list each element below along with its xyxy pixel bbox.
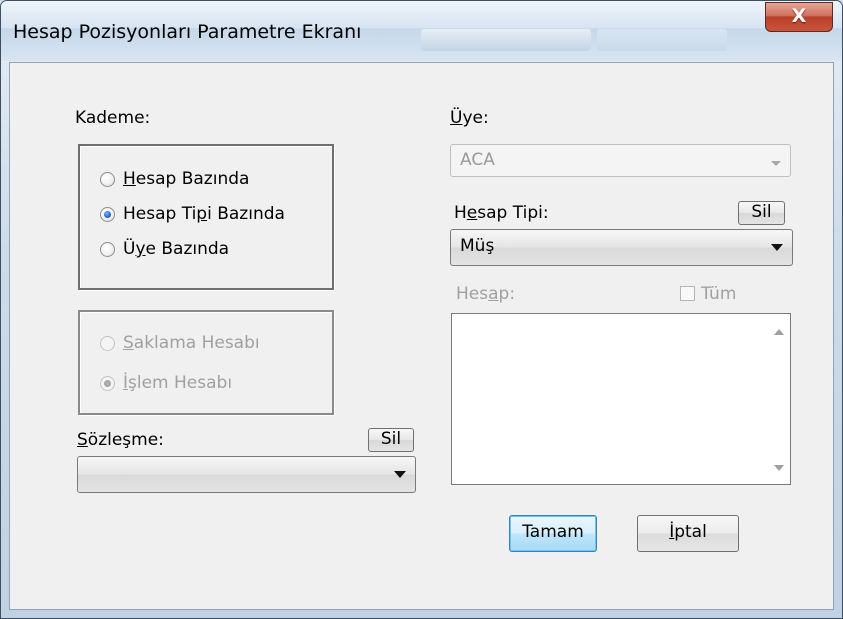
- hesap-listbox[interactable]: [451, 313, 791, 485]
- close-button[interactable]: X: [765, 2, 833, 32]
- kademe-label: Kademe:: [75, 108, 151, 128]
- tum-checkbox[interactable]: Tüm: [680, 284, 736, 304]
- hesap-turu-group: Saklama Hesabı İşlem Hesabı: [78, 310, 334, 415]
- ok-button[interactable]: Tamam: [509, 515, 597, 552]
- kademe-group: Hesap Bazında Hesap Tipi Bazında Üye Baz…: [78, 144, 334, 290]
- radio-label: İşlem Hesabı: [123, 373, 233, 393]
- radio-button-selected[interactable]: [100, 206, 115, 222]
- radio-hesap-bazinda[interactable]: Hesap Bazında: [100, 169, 249, 189]
- title-bar[interactable]: Hesap Pozisyonları Parametre Ekranı X: [1, 1, 842, 61]
- background-title-glow-2: [597, 29, 727, 51]
- cancel-button[interactable]: İptal: [637, 515, 739, 552]
- radio-saklama-hesabi[interactable]: Saklama Hesabı: [100, 333, 260, 353]
- radio-button[interactable]: [100, 171, 115, 187]
- uye-dropdown[interactable]: ACA: [450, 144, 791, 177]
- radio-uye-bazinda[interactable]: Üye Bazında: [100, 239, 229, 259]
- dialog-window: Hesap Pozisyonları Parametre Ekranı X Ka…: [0, 0, 843, 619]
- radio-islem-hesabi[interactable]: İşlem Hesabı: [100, 373, 232, 393]
- background-title-glow: [421, 29, 591, 51]
- window-title: Hesap Pozisyonları Parametre Ekranı: [13, 21, 362, 43]
- hesap-tipi-clear-button[interactable]: Sil: [738, 201, 785, 225]
- sozlesme-clear-button[interactable]: Sil: [368, 428, 414, 452]
- radio-label: Saklama Hesabı: [123, 333, 260, 353]
- radio-button-disabled-selected[interactable]: [100, 375, 115, 391]
- hesap-tipi-dropdown[interactable]: Müş: [450, 229, 793, 266]
- chevron-down-icon: [771, 161, 781, 166]
- chevron-down-icon: [394, 471, 406, 478]
- tum-label: Tüm: [701, 284, 737, 304]
- uye-label: Üye:: [450, 108, 489, 128]
- radio-label: Hesap Bazında: [123, 169, 250, 189]
- hesap-tipi-value: Müş: [460, 236, 495, 256]
- uye-value: ACA: [460, 150, 495, 170]
- radio-label: Hesap Tipi Bazında: [123, 204, 285, 224]
- radio-button-disabled[interactable]: [100, 335, 115, 351]
- dialog-client-area: Kademe: Hesap Bazında Hesap Tipi Bazında…: [9, 62, 834, 610]
- sozlesme-label: Sözleşme:: [77, 430, 164, 450]
- radio-label: Üye Bazında: [123, 239, 230, 259]
- sozlesme-dropdown[interactable]: [77, 456, 416, 493]
- scroll-down-icon[interactable]: [774, 465, 784, 471]
- checkbox-box[interactable]: [680, 286, 695, 301]
- hesap-label: Hesap:: [456, 284, 516, 304]
- hesap-tipi-label: Hesap Tipi:: [454, 203, 549, 223]
- scroll-up-icon[interactable]: [774, 329, 784, 335]
- radio-button[interactable]: [100, 241, 115, 257]
- radio-hesap-tipi-bazinda[interactable]: Hesap Tipi Bazında: [100, 204, 285, 224]
- close-icon: X: [791, 5, 807, 27]
- listbox-scrollbar[interactable]: [770, 315, 789, 483]
- chevron-down-icon: [771, 244, 783, 251]
